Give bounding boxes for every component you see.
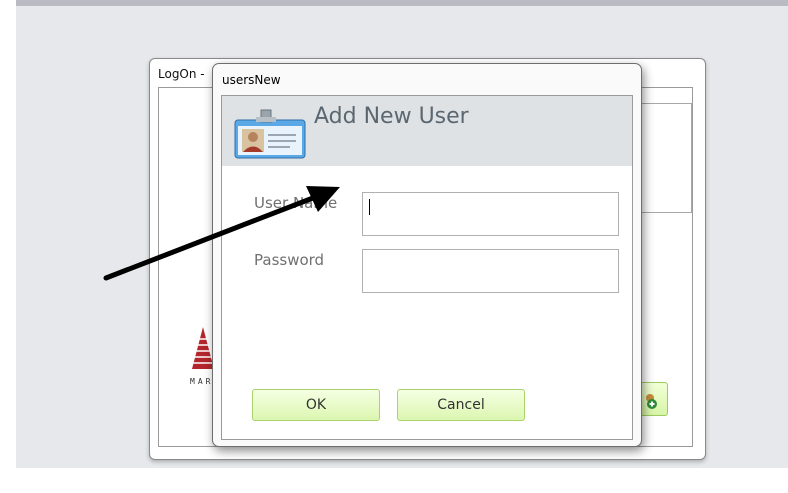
dialog-window-title: usersNew [222,73,281,87]
dialog-heading: Add New User [314,104,469,129]
password-label: Password [254,251,325,269]
text-caret [369,199,370,215]
password-input[interactable] [362,249,619,293]
dialog-body: Add New User User Name Password OK Cance… [221,95,633,440]
logo-text: MAR [190,377,214,386]
logon-window-title: LogOn - [158,67,205,81]
dialog-header: Add New User [222,96,632,166]
cancel-button[interactable]: Cancel [397,389,525,421]
username-input[interactable] [362,192,619,236]
logon-side-panel [640,103,692,213]
page-bottom-margin [0,468,788,493]
users-new-dialog: usersNew Add New User User Name Password [212,63,642,447]
username-label: User Name [254,194,338,212]
user-card-icon [234,109,306,159]
ok-button[interactable]: OK [252,389,380,421]
